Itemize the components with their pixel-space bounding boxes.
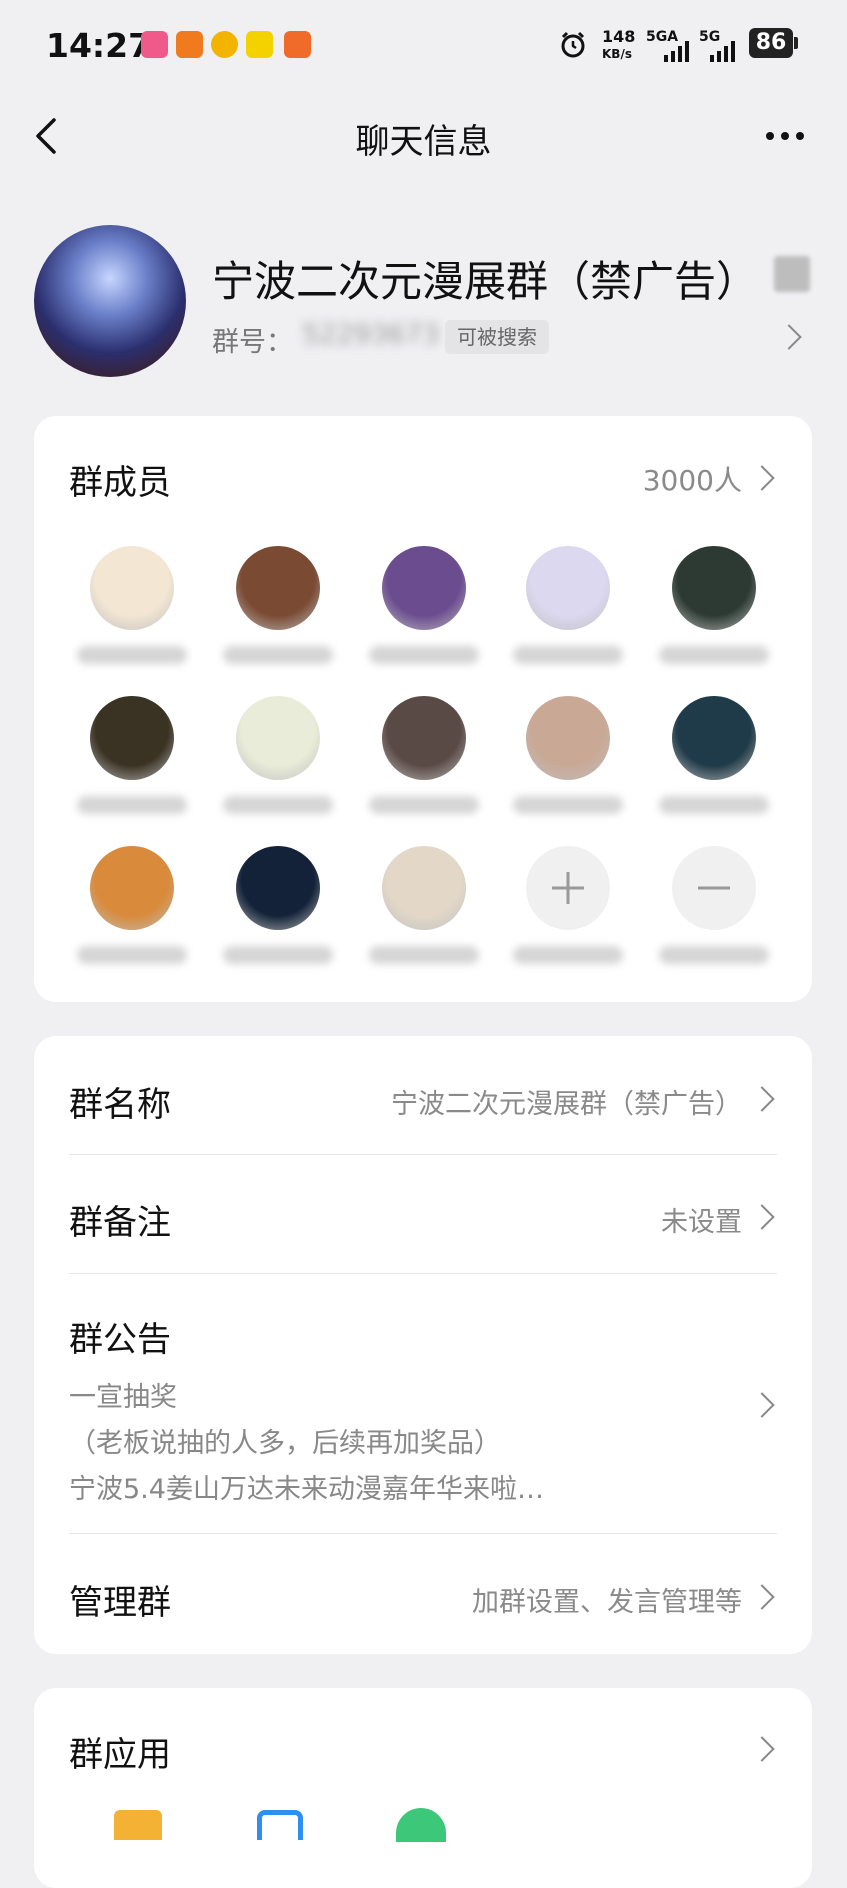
- member-name: [77, 946, 187, 964]
- alarm-icon: [561, 31, 585, 58]
- manage-group-label[interactable]: 管理群: [69, 1575, 171, 1624]
- group-remark-label[interactable]: 群备注: [69, 1195, 171, 1244]
- member-name: [369, 646, 479, 664]
- member-avatar[interactable]: [90, 546, 174, 630]
- battery-icon: 86: [749, 28, 793, 58]
- group-avatar[interactable]: [34, 225, 186, 377]
- group-number-label: 群号：: [212, 327, 293, 358]
- add-member-icon[interactable]: [526, 846, 610, 930]
- chevron-right-icon[interactable]: [776, 324, 802, 350]
- app-notification-icon: [176, 31, 203, 58]
- minus-icon: [698, 886, 730, 890]
- manage-group-value[interactable]: 加群设置、发言管理等: [400, 1580, 742, 1619]
- battery-tip: [794, 37, 798, 49]
- member-name: [513, 796, 623, 814]
- status-time: 14:27: [46, 26, 152, 65]
- member-avatar[interactable]: [382, 696, 466, 780]
- plus-icon: [552, 872, 584, 904]
- member-name: [77, 646, 187, 664]
- member-name: [369, 796, 479, 814]
- member-avatar[interactable]: [236, 846, 320, 930]
- album-app-icon[interactable]: [257, 1810, 303, 1840]
- member-name: [659, 646, 769, 664]
- app-notification-icon: [246, 31, 273, 58]
- member-avatar[interactable]: [382, 546, 466, 630]
- signal-icon: [710, 41, 735, 62]
- member-avatar[interactable]: [526, 696, 610, 780]
- app-notification-icon: [284, 31, 311, 58]
- member-name: [223, 646, 333, 664]
- page-title: 聊天信息: [355, 122, 492, 162]
- member-name: [659, 796, 769, 814]
- group-notice-label[interactable]: 群公告: [69, 1312, 171, 1361]
- app-notification-icon: [141, 31, 168, 58]
- notice-line: （老板说抽的人多，后续再加奖品）: [69, 1428, 501, 1459]
- member-avatar[interactable]: [90, 846, 174, 930]
- network-speed-unit: KB/s: [602, 47, 632, 61]
- status-bar: 14:27 148 KB/s 5GA 5G 86: [0, 0, 847, 95]
- group-remark-value[interactable]: 未设置: [500, 1200, 742, 1239]
- group-name-value[interactable]: 宁波二次元漫展群（禁广告）: [300, 1082, 742, 1121]
- divider: [69, 1533, 777, 1534]
- divider: [69, 1154, 777, 1155]
- member-avatar[interactable]: [526, 546, 610, 630]
- member-name: [77, 796, 187, 814]
- remove-member-icon[interactable]: [672, 846, 756, 930]
- member-avatar[interactable]: [672, 696, 756, 780]
- signal-icon: [664, 41, 689, 62]
- group-apps-label[interactable]: 群应用: [69, 1727, 171, 1776]
- group-name: 宁波二次元漫展群（禁广告）: [212, 257, 759, 306]
- members-count[interactable]: 3000人: [620, 459, 742, 499]
- qr-code-icon[interactable]: [774, 256, 810, 292]
- members-title: 群成员: [69, 463, 171, 503]
- member-name: [223, 796, 333, 814]
- notice-line: 宁波5.4姜山万达未来动漫嘉年华来啦…: [69, 1474, 544, 1505]
- member-avatar[interactable]: [236, 546, 320, 630]
- group-name-label[interactable]: 群名称: [69, 1077, 171, 1126]
- member-name: [223, 946, 333, 964]
- folder-app-icon[interactable]: [114, 1810, 162, 1840]
- member-name: [659, 946, 769, 964]
- member-avatar[interactable]: [382, 846, 466, 930]
- member-name: [513, 646, 623, 664]
- member-name: [369, 946, 479, 964]
- apps-card: [34, 1688, 812, 1888]
- notice-line: 一宣抽奖: [69, 1382, 177, 1413]
- network-speed-value: 148: [602, 27, 636, 46]
- member-avatar[interactable]: [236, 696, 320, 780]
- member-name: [513, 946, 623, 964]
- member-avatar[interactable]: [90, 696, 174, 780]
- member-avatar[interactable]: [672, 546, 756, 630]
- divider: [69, 1273, 777, 1274]
- group-number: 52293673: [302, 319, 440, 350]
- app-notification-icon: [211, 31, 238, 58]
- searchable-badge: 可被搜索: [445, 320, 549, 354]
- more-dots-icon[interactable]: [760, 116, 810, 156]
